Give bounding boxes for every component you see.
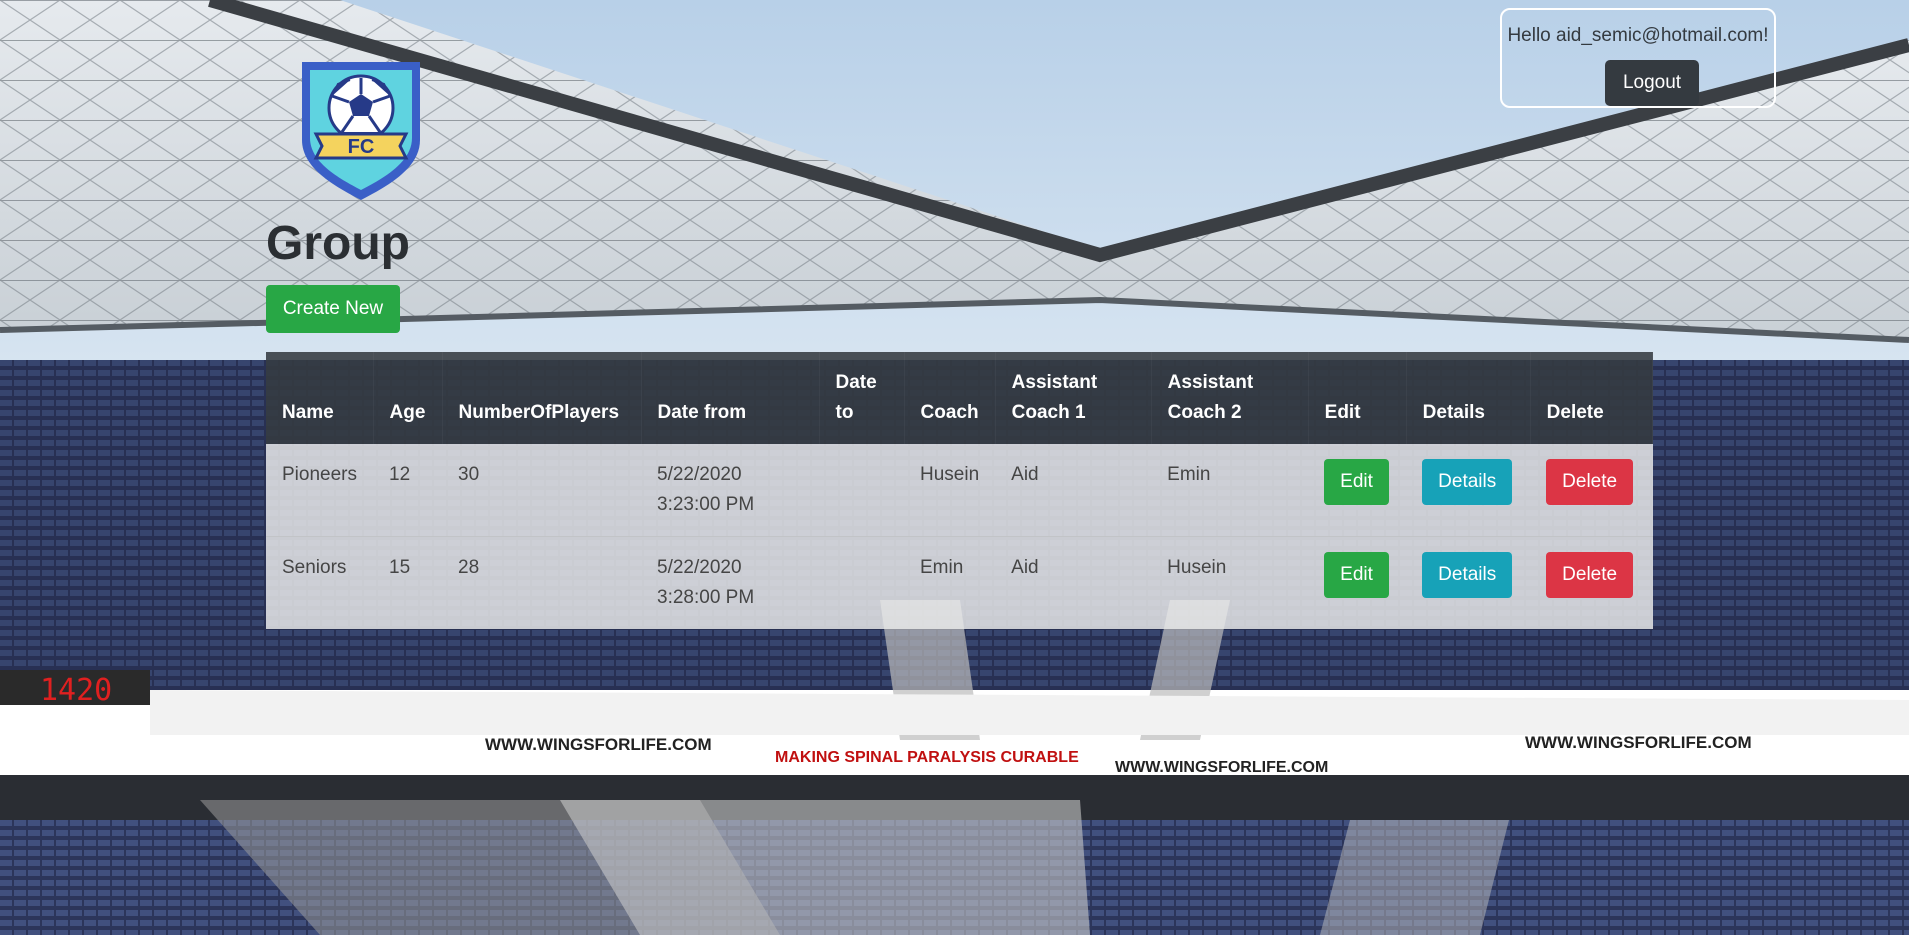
cell-coach: Husein bbox=[920, 464, 980, 485]
edit-button[interactable]: Edit bbox=[1324, 459, 1389, 505]
cell-number-of-players: 28 bbox=[458, 557, 480, 578]
cell-edit: Edit bbox=[1308, 537, 1406, 630]
col-header-assistant-coach-2: Assistant Coach 2 bbox=[1151, 352, 1309, 444]
cell-age: 15 bbox=[389, 557, 411, 578]
col-header-date-to: Date to bbox=[819, 352, 905, 444]
cell-number-of-players: 30 bbox=[458, 464, 480, 485]
cell-age: 12 bbox=[389, 464, 411, 485]
cell-assistant-coach-1: Aid bbox=[1011, 464, 1039, 485]
col-header-edit: Edit bbox=[1308, 352, 1407, 444]
svg-text:WWW.WINGSFORLIFE.COM: WWW.WINGSFORLIFE.COM bbox=[1115, 759, 1328, 776]
cell-assistant-coach-2: Husein bbox=[1167, 557, 1227, 578]
cell-edit: Edit bbox=[1308, 444, 1406, 537]
svg-text:WWW.WINGSFORLIFE.COM: WWW.WINGSFORLIFE.COM bbox=[485, 735, 712, 754]
col-header-assistant-coach-1: Assistant Coach 1 bbox=[995, 352, 1152, 444]
delete-button[interactable]: Delete bbox=[1546, 459, 1634, 505]
delete-button[interactable]: Delete bbox=[1546, 552, 1634, 598]
logo-text: FC bbox=[348, 136, 375, 158]
logout-button[interactable]: Logout bbox=[1605, 60, 1699, 106]
edit-button[interactable]: Edit bbox=[1324, 552, 1389, 598]
user-panel: Hello aid_semic@hotmail.com! Logout bbox=[1500, 8, 1776, 108]
col-header-delete: Delete bbox=[1530, 352, 1654, 444]
col-header-number-of-players: NumberOfPlayers bbox=[442, 352, 642, 444]
table-header-row: Name Age NumberOfPlayers Date from Date … bbox=[266, 352, 1654, 444]
cell-name: Pioneers bbox=[282, 464, 357, 485]
cell-assistant-coach-2: Emin bbox=[1167, 464, 1211, 485]
shield-icon: FC bbox=[302, 62, 420, 200]
details-button[interactable]: Details bbox=[1422, 552, 1513, 598]
cell-date-from: 5/22/2020 3:28:00 PM bbox=[657, 557, 755, 608]
club-logo[interactable]: FC bbox=[298, 56, 424, 202]
svg-text:WWW.WINGSFORLIFE.COM: WWW.WINGSFORLIFE.COM bbox=[1525, 733, 1752, 752]
cell-date-from: 5/22/2020 3:23:00 PM bbox=[657, 464, 755, 515]
cell-details: Details bbox=[1406, 537, 1530, 630]
col-header-coach: Coach bbox=[904, 352, 996, 444]
table-row: Pioneers 12 30 5/22/2020 3:23:00 PM Huse… bbox=[266, 444, 1653, 537]
scoreboard-text: 1420 bbox=[40, 673, 112, 708]
col-header-name: Name bbox=[266, 352, 374, 444]
groups-table: Name Age NumberOfPlayers Date from Date … bbox=[266, 352, 1654, 630]
cell-delete: Delete bbox=[1530, 537, 1652, 630]
svg-text:MAKING SPINAL PARALYSIS CURABL: MAKING SPINAL PARALYSIS CURABLE bbox=[775, 749, 1079, 766]
col-header-age: Age bbox=[373, 352, 443, 444]
page-title: Group bbox=[266, 217, 410, 270]
greeting-text: Hello aid_semic@hotmail.com! bbox=[1507, 25, 1769, 46]
details-button[interactable]: Details bbox=[1422, 459, 1513, 505]
cell-date-to bbox=[819, 537, 904, 630]
col-header-details: Details bbox=[1406, 352, 1531, 444]
table-row: Seniors 15 28 5/22/2020 3:28:00 PM Emin … bbox=[266, 536, 1653, 630]
cell-date-to bbox=[819, 444, 904, 537]
cell-name: Seniors bbox=[282, 557, 347, 578]
cell-coach: Emin bbox=[920, 557, 964, 578]
cell-assistant-coach-1: Aid bbox=[1011, 557, 1039, 578]
col-header-date-from: Date from bbox=[641, 352, 820, 444]
cell-delete: Delete bbox=[1530, 444, 1652, 537]
cell-details: Details bbox=[1406, 444, 1530, 537]
create-new-button[interactable]: Create New bbox=[266, 285, 400, 333]
